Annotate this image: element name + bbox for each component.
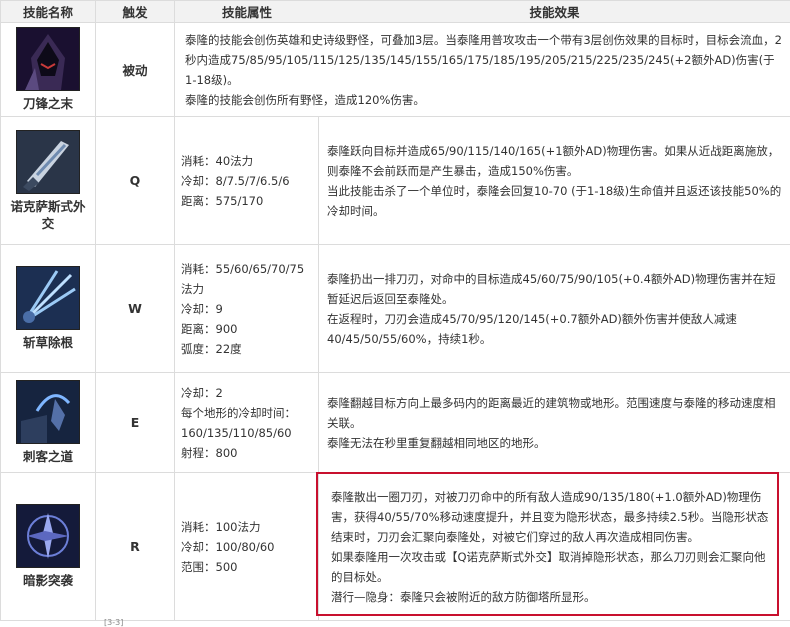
effect-line: 泰隆的技能会创伤英雄和史诗级野怪，可叠加3层。当泰隆用普攻攻击一个带有3层创伤效… — [185, 30, 782, 90]
attr-cell: 冷却：2 每个地形的冷却时间：160/135/110/85/60 射程：800 — [175, 373, 319, 473]
effect-line: 泰隆跃向目标并造成65/90/115/140/165(+1额外AD)物理伤害。如… — [327, 141, 782, 181]
attr-line: 消耗：40法力 — [181, 151, 312, 171]
trigger-cell: E — [96, 373, 175, 473]
skill-name: 刀锋之末 — [5, 95, 91, 112]
assassin-hood-icon — [16, 27, 80, 91]
attr-line: 弧度：22度 — [181, 339, 312, 359]
effect-line: 泰隆翻越目标方向上最多码内的距离最近的建筑物或地形。范围速度与泰隆的移动速度相关… — [327, 393, 782, 433]
attr-line: 消耗：100法力 — [181, 517, 312, 537]
attr-cell: 消耗：55/60/65/70/75法力 冷却：9 距离：900 弧度：22度 — [175, 245, 319, 373]
effect-line: 泰隆散出一圈刀刃，对被刀刃命中的所有敌人造成90/135/180(+1.0额外A… — [331, 487, 776, 547]
blade-stab-icon — [16, 130, 80, 194]
skill-name-cell: 刺客之道 — [1, 373, 96, 473]
header-row: 技能名称 触发 技能属性 技能效果 — [1, 1, 790, 23]
skill-name-cell: 诺克萨斯式外交 — [1, 117, 96, 245]
effect-line: 潜行—隐身：泰隆只会被附近的敌方防御塔所显形。 — [331, 587, 776, 607]
effect-line: 泰隆无法在秒里重复翻越相同地区的地形。 — [327, 433, 782, 453]
skill-name: 刺客之道 — [5, 448, 91, 465]
attr-cell: 消耗：40法力 冷却：8/7.5/7/6.5/6 距离：575/170 — [175, 117, 319, 245]
attr-line: 距离：575/170 — [181, 191, 312, 211]
skill-table: 技能名称 触发 技能属性 技能效果 — [0, 0, 790, 621]
attr-line: 范围：500 — [181, 557, 312, 577]
skill-row-passive: 刀锋之末 被动 泰隆的技能会创伤英雄和史诗级野怪，可叠加3层。当泰隆用普攻攻击一… — [1, 23, 790, 117]
effect-line: 泰隆扔出一排刀刃，对命中的目标造成45/60/75/90/105(+0.4额外A… — [327, 269, 782, 309]
skill-row-q: 诺克萨斯式外交 Q 消耗：40法力 冷却：8/7.5/7/6.5/6 距离：57… — [1, 117, 790, 245]
attr-line: 消耗：55/60/65/70/75法力 — [181, 259, 312, 299]
header-attr-label: 技能属性 — [175, 2, 319, 21]
effect-line: 泰隆的技能会创伤所有野怪，造成120%伤害。 — [185, 90, 782, 110]
attr-line: 冷却：100/80/60 — [181, 537, 312, 557]
effect-line: 当此技能击杀了一个单位时，泰隆会回复10-70 (于1-18级)生命值并且返还该… — [327, 181, 782, 221]
effect-cell: 泰隆跃向目标并造成65/90/115/140/165(+1额外AD)物理伤害。如… — [319, 117, 790, 245]
effect-cell: 泰隆扔出一排刀刃，对命中的目标造成45/60/75/90/105(+0.4额外A… — [319, 245, 790, 373]
skill-name: 诺克萨斯式外交 — [5, 198, 91, 232]
header-skill-name: 技能名称 — [1, 1, 96, 23]
attr-line: 距离：900 — [181, 319, 312, 339]
skill-name-cell: 暗影突袭 — [1, 473, 96, 621]
trigger-cell: 被动 — [96, 23, 175, 117]
skill-name: 斩草除根 — [5, 334, 91, 351]
effect-cell: 泰隆散出一圈刀刃，对被刀刃命中的所有敌人造成90/135/180(+1.0额外A… — [319, 473, 790, 621]
trigger-cell: Q — [96, 117, 175, 245]
skill-name: 暗影突袭 — [5, 572, 91, 589]
shadow-assault-icon — [16, 504, 80, 568]
skill-row-r: 暗影突袭 R 消耗：100法力 冷却：100/80/60 范围：500 泰隆散出… — [1, 473, 790, 621]
header-effect-label: 技能效果 — [319, 2, 790, 21]
skill-name-cell: 斩草除根 — [1, 245, 96, 373]
skill-name-cell: 刀锋之末 — [1, 23, 96, 117]
skill-row-w: 斩草除根 W 消耗：55/60/65/70/75法力 冷却：9 距离：900 弧… — [1, 245, 790, 373]
trigger-cell: W — [96, 245, 175, 373]
attr-line: 冷却：2 — [181, 383, 312, 403]
header-trigger: 触发 — [96, 1, 175, 23]
attr-line: 每个地形的冷却时间：160/135/110/85/60 — [181, 403, 312, 443]
effect-cell: 泰隆的技能会创伤英雄和史诗级野怪，可叠加3层。当泰隆用普攻攻击一个带有3层创伤效… — [175, 23, 790, 117]
attr-line: 射程：800 — [181, 443, 312, 463]
effect-line: 如果泰隆用一次攻击或【Q诺克萨斯式外交】取消掉隐形状态，那么刀刃则会汇聚向他的目… — [331, 547, 776, 587]
attr-cell: 消耗：100法力 冷却：100/80/60 范围：500 — [175, 473, 319, 621]
wall-leap-icon — [16, 380, 80, 444]
effect-cell: 泰隆翻越目标方向上最多码内的距离最近的建筑物或地形。范围速度与泰隆的移动速度相关… — [319, 373, 790, 473]
header-attributes: 技能属性 技能效果 — [175, 1, 790, 23]
blade-fan-icon — [16, 266, 80, 330]
effect-line: 在返程时，刀刃会造成45/70/95/120/145(+0.7额外AD)额外伤害… — [327, 309, 782, 349]
trigger-cell: R — [96, 473, 175, 621]
attr-line: 冷却：8/7.5/7/6.5/6 — [181, 171, 312, 191]
skill-row-e: 刺客之道 E 冷却：2 每个地形的冷却时间：160/135/110/85/60 … — [1, 373, 790, 473]
attr-line: 冷却：9 — [181, 299, 312, 319]
